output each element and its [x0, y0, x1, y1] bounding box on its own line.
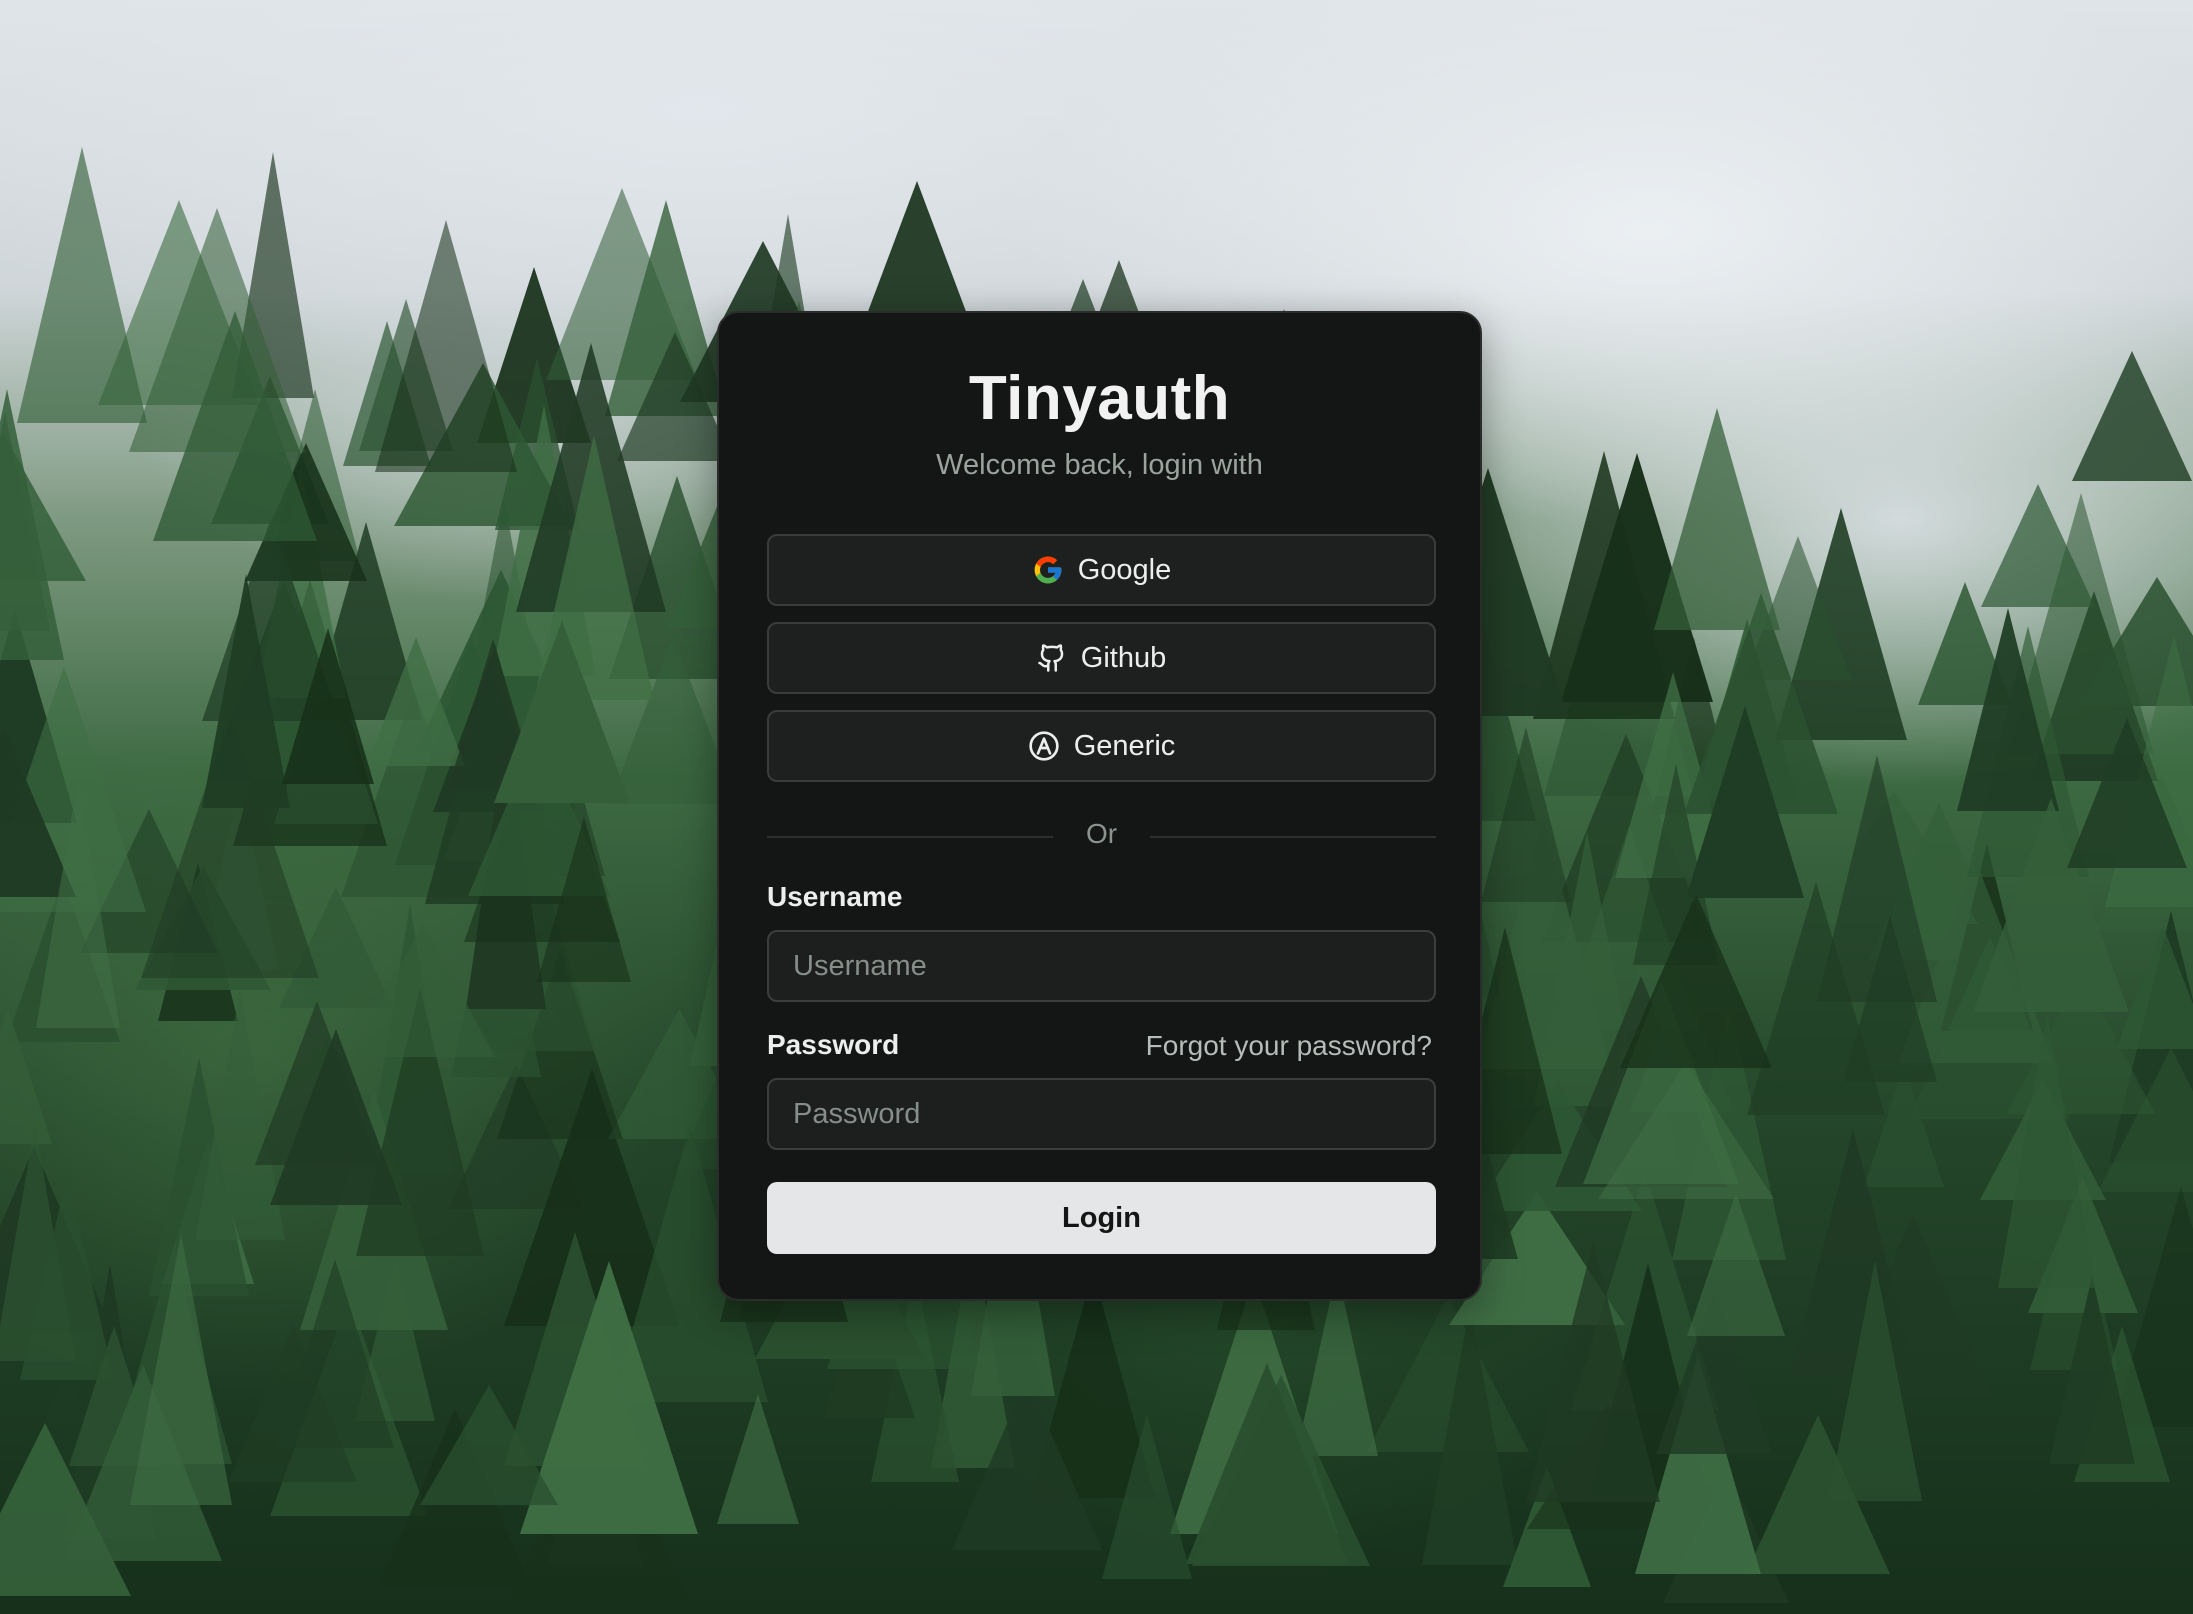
tree-silhouette — [1687, 1193, 1786, 1337]
tree-silhouette — [1980, 483, 2095, 607]
tree-silhouette — [2048, 1275, 2135, 1464]
tree-silhouette — [0, 432, 87, 581]
tree-silhouette — [255, 1001, 380, 1166]
tree-silhouette — [0, 1008, 52, 1144]
tree-silhouette — [1685, 705, 1804, 898]
or-divider: Or — [767, 816, 1436, 856]
app-title: Tinyauth — [968, 364, 1231, 433]
login-button[interactable]: Login — [767, 1182, 1436, 1254]
username-label: Username — [767, 881, 903, 912]
tree-silhouette — [1620, 894, 1773, 1069]
github-login-label: Github — [1080, 641, 1167, 674]
generic-oauth-icon — [1028, 730, 1060, 762]
tree-silhouette — [2066, 718, 2187, 869]
tree-silhouette — [128, 207, 305, 452]
tree-silhouette — [2115, 925, 2193, 1049]
tree-silhouette — [2071, 351, 2192, 482]
tree-silhouette — [1525, 1242, 1660, 1502]
tree-silhouette — [1997, 1012, 2096, 1289]
tree-silhouette — [1481, 726, 1572, 902]
divider-line-right — [1150, 836, 1436, 838]
username-input[interactable] — [767, 930, 1436, 1002]
tree-silhouette — [1957, 608, 2060, 812]
generic-oauth-login-button[interactable]: Generic — [767, 710, 1436, 782]
tree-silhouette — [19, 1174, 114, 1380]
tree-silhouette — [276, 1258, 395, 1448]
tree-silhouette — [1101, 1414, 1192, 1580]
tree-silhouette — [35, 778, 120, 1028]
login-card: Tinyauth Welcome back, login with Google… — [717, 311, 1482, 1301]
tree-silhouette — [420, 1384, 559, 1505]
login-subtitle: Welcome back, login with — [936, 449, 1263, 481]
tree-silhouette — [374, 220, 517, 473]
google-login-label: Google — [1077, 553, 1172, 586]
password-input[interactable] — [767, 1078, 1436, 1150]
tree-silhouette — [494, 621, 631, 804]
github-icon — [1037, 643, 1067, 673]
tree-silhouette — [536, 816, 631, 982]
tree-silhouette — [282, 628, 375, 785]
password-label: Password — [767, 1029, 900, 1060]
tree-silhouette — [1653, 408, 1780, 631]
tree-silhouette — [1185, 1363, 1348, 1564]
google-login-button[interactable]: Google — [767, 534, 1436, 606]
tree-silhouette — [16, 146, 147, 423]
tree-silhouette — [716, 1393, 799, 1524]
tree-silhouette — [129, 1234, 232, 1506]
github-login-button[interactable]: Github — [767, 622, 1436, 694]
forgot-password-link[interactable]: Forgot your password? — [1146, 1030, 1432, 1062]
divider-label: Or — [1085, 818, 1118, 849]
tree-silhouette — [951, 1377, 1102, 1550]
google-icon — [1032, 554, 1064, 586]
generic-oauth-login-label: Generic — [1073, 729, 1176, 762]
